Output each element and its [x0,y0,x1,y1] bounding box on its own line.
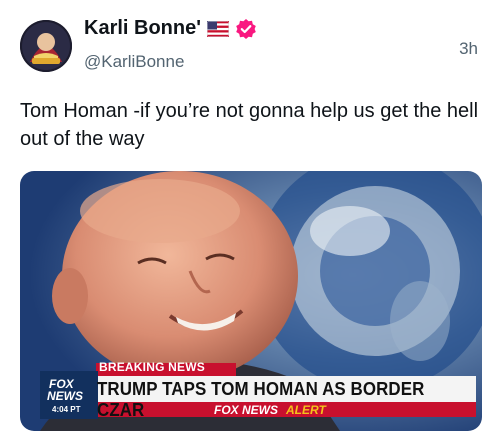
avatar[interactable] [20,20,72,72]
author-handle[interactable]: @KarliBonne [84,52,184,72]
verified-badge-icon [235,18,257,40]
alert-word: ALERT [286,403,326,417]
us-flag-icon [207,20,229,37]
avatar-image [20,20,72,72]
breaking-news-label: BREAKING NEWS [99,360,205,374]
alert-brand: FOX NEWS [214,403,279,417]
fox-logo-line2: NEWS [47,389,83,403]
logo-time: 4:04 PT [52,405,81,414]
author-name-row[interactable]: Karli Bonne' [84,17,257,40]
post-text: Tom Homan -if you’re not gonna help us g… [20,100,479,150]
post-timestamp[interactable]: 3h [459,39,478,59]
post[interactable]: Karli Bonne' @KarliBonne 3h Tom Homan -i… [0,0,500,444]
author-display-name[interactable]: Karli Bonne' [84,17,201,40]
